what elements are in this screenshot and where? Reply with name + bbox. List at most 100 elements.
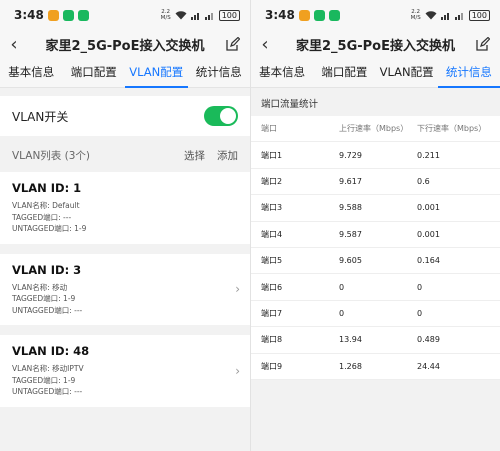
download-rate: 24.44 xyxy=(417,361,440,371)
vlan-tagged-ports: TAGGED端口: --- xyxy=(12,212,72,222)
wifi-icon xyxy=(425,10,437,19)
battery-icon: 100 xyxy=(468,9,490,21)
upload-rate: 9.617 xyxy=(339,176,362,186)
port-name: 端口2 xyxy=(261,176,283,186)
table-row: 端口9 1.268 24.44 xyxy=(251,354,500,380)
notification-app-icon xyxy=(298,9,310,21)
table-row: 端口2 9.617 0.6 xyxy=(251,169,500,196)
signal-icon xyxy=(454,12,463,20)
notification-app-icon xyxy=(47,9,59,21)
tab-bar: 基本信息 端口配置 VLAN配置 统计信息 xyxy=(251,58,500,88)
page-title: 家里2_5G-PoE接入交换机 xyxy=(296,38,455,54)
port-name: 端口8 xyxy=(261,335,283,345)
column-header: 下行速率（Mbps） xyxy=(417,124,487,134)
tab-vlan-config[interactable]: VLAN配置 xyxy=(125,58,188,88)
port-name: 端口5 xyxy=(261,256,283,266)
tab-statistics[interactable]: 统计信息 xyxy=(188,58,251,87)
vlan-untagged-ports: UNTAGGED端口: 1-9 xyxy=(12,224,87,233)
status-time: 3:48 xyxy=(14,8,44,22)
port-name: 端口3 xyxy=(261,203,283,213)
vlan-switch-toggle[interactable] xyxy=(204,106,238,126)
network-speed-unit: M/S xyxy=(410,15,421,21)
download-rate: 0 xyxy=(417,282,423,292)
title-bar: ‹ 家里2_5G-PoE接入交换机 xyxy=(251,30,500,58)
tab-vlan-config[interactable]: VLAN配置 xyxy=(376,58,438,87)
upload-rate: 13.94 xyxy=(339,335,362,345)
download-rate: 0.001 xyxy=(417,229,440,239)
upload-rate: 9.587 xyxy=(339,229,362,239)
wechat-notification-icon xyxy=(77,9,89,21)
upload-rate: 0 xyxy=(339,282,345,292)
toggle-knob xyxy=(220,108,236,124)
download-rate: 0.6 xyxy=(417,176,430,186)
tab-port-config[interactable]: 端口配置 xyxy=(63,58,126,87)
vlan-untagged-ports: UNTAGGED端口: --- xyxy=(12,305,83,315)
vlan-name: VLAN名称: 移动IPTV xyxy=(12,364,84,373)
tab-statistics[interactable]: 统计信息 xyxy=(437,58,500,88)
vlan-name: VLAN名称: 移动 xyxy=(12,282,68,292)
table-row: 端口4 9.587 0.001 xyxy=(251,222,500,248)
table-row: 端口6 0 0 xyxy=(251,274,500,301)
upload-rate: 9.605 xyxy=(339,256,362,266)
back-icon[interactable]: ‹ xyxy=(251,30,279,58)
table-row: 端口8 13.94 0.489 xyxy=(251,327,500,354)
port-name: 端口1 xyxy=(261,150,283,160)
select-button[interactable]: 选择 xyxy=(184,148,205,163)
download-rate: 0.489 xyxy=(417,335,440,345)
port-name: 端口7 xyxy=(261,308,283,318)
download-rate: 0.001 xyxy=(417,203,440,213)
status-time: 3:48 xyxy=(265,8,295,22)
vlan-item[interactable]: VLAN ID: 1 VLAN名称: Default TAGGED端口: ---… xyxy=(0,172,250,244)
vlan-name: VLAN名称: Default xyxy=(12,201,80,210)
wechat-notification-icon xyxy=(328,9,340,21)
title-bar: ‹ 家里2_5G-PoE接入交换机 xyxy=(0,30,250,58)
vlan-list-header: VLAN列表 (3个) 选择 添加 xyxy=(0,140,250,170)
port-traffic-title: 端口流量统计 xyxy=(251,88,500,116)
notification-app-icon xyxy=(313,9,325,21)
back-icon[interactable]: ‹ xyxy=(0,30,28,58)
table-header-row: 端口 上行速率（Mbps） 下行速率（Mbps） xyxy=(251,116,500,143)
upload-rate: 0 xyxy=(339,308,345,318)
vlan-config-screen: 3:48 2.2 M/S 100 ‹ 家里2_5G-PoE接入交换机 基本信息 … xyxy=(0,0,250,451)
vlan-switch-row: VLAN开关 xyxy=(0,96,250,136)
upload-rate: 9.588 xyxy=(339,203,362,213)
edit-icon[interactable] xyxy=(226,37,240,51)
port-name: 端口9 xyxy=(261,361,283,371)
add-button[interactable]: 添加 xyxy=(217,148,238,163)
download-rate: 0 xyxy=(417,308,423,318)
signal-icon xyxy=(190,12,199,20)
tab-port-config[interactable]: 端口配置 xyxy=(313,58,375,87)
table-row: 端口5 9.605 0.164 xyxy=(251,248,500,275)
vlan-tagged-ports: TAGGED端口: 1-9 xyxy=(12,375,76,385)
statistics-screen: 3:48 2.2 M/S 100 ‹ 家里2_5G-PoE接入交换机 基本信息 … xyxy=(250,0,500,451)
upload-rate: 9.729 xyxy=(339,150,362,160)
vlan-item[interactable]: VLAN ID: 48 VLAN名称: 移动IPTV TAGGED端口: 1-9… xyxy=(0,335,250,407)
column-header: 端口 xyxy=(261,124,277,134)
signal-icon xyxy=(440,12,449,20)
wifi-icon xyxy=(175,10,187,19)
network-speed-unit: M/S xyxy=(160,15,171,21)
notification-app-icon xyxy=(62,9,74,21)
vlan-untagged-ports: UNTAGGED端口: --- xyxy=(12,387,83,396)
port-name: 端口6 xyxy=(261,282,283,292)
network-speed: 2.2 M/S xyxy=(161,9,171,21)
network-speed: 2.2 M/S xyxy=(411,9,421,21)
vlan-id: VLAN ID: 48 xyxy=(12,344,90,358)
status-bar: 3:48 2.2 M/S 100 xyxy=(0,0,250,30)
table-row: 端口3 9.588 0.001 xyxy=(251,195,500,222)
vlan-id: VLAN ID: 3 xyxy=(12,262,82,277)
tab-basic-info[interactable]: 基本信息 xyxy=(251,58,313,87)
table-row: 端口7 0 0 xyxy=(251,301,500,328)
download-rate: 0.211 xyxy=(417,150,440,160)
table-row: 端口1 9.729 0.211 xyxy=(251,142,500,169)
chevron-right-icon: › xyxy=(235,363,240,378)
battery-icon: 100 xyxy=(218,9,240,21)
tab-basic-info[interactable]: 基本信息 xyxy=(0,58,63,87)
vlan-item[interactable]: VLAN ID: 3 VLAN名称: 移动 TAGGED端口: 1-9 UNTA… xyxy=(0,253,250,325)
vlan-list-title: VLAN列表 (3个) xyxy=(12,149,91,162)
column-header: 上行速率（Mbps） xyxy=(339,124,409,134)
edit-icon[interactable] xyxy=(476,37,490,51)
port-name: 端口4 xyxy=(261,229,283,239)
download-rate: 0.164 xyxy=(417,256,440,266)
tab-bar: 基本信息 端口配置 VLAN配置 统计信息 xyxy=(0,58,250,88)
